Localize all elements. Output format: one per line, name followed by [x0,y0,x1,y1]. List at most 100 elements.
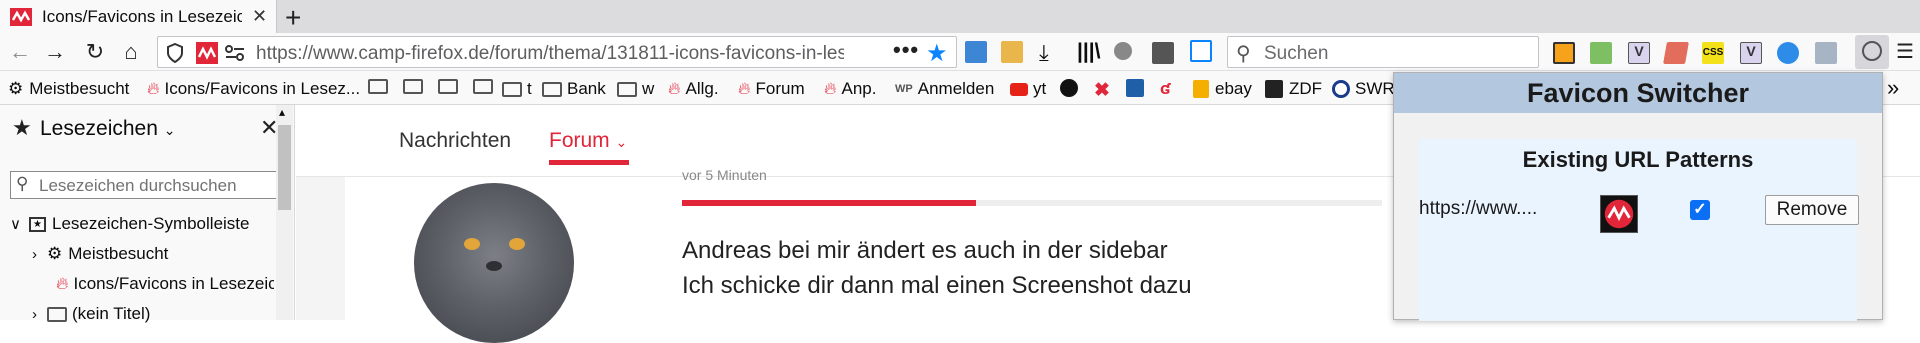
v-extension-icon-2[interactable]: V [1740,42,1762,64]
bookmark-folder[interactable] [403,79,428,94]
folder-icon [368,79,388,94]
nav-messages[interactable]: Nachrichten [399,129,511,153]
bookmark-meistbesucht[interactable]: ⚙ Meistbesucht [8,79,129,99]
site-favicon-icon [196,42,218,64]
bookmark-cb[interactable] [1126,79,1144,97]
close-tab-icon[interactable]: ✕ [252,6,267,27]
bookmark-yt[interactable]: yt [1010,79,1046,99]
extension-puzzle-icon[interactable] [1114,42,1132,60]
site-favicon-icon [10,7,32,26]
cj-icon: ʛ [1160,79,1170,98]
zdf-icon [1265,80,1283,98]
folder-icon [403,79,423,94]
favicon-switcher-popup: Favicon Switcher Existing URL Patterns h… [1393,72,1883,321]
chevron-down-icon: ⌄ [163,122,176,138]
search-field[interactable]: ⚲ Suchen [1227,36,1539,68]
bookmark-folder-bank[interactable]: Bank [542,79,606,99]
search-placeholder: Suchen [1264,43,1329,64]
url-bar[interactable]: https://www.camp-firefox.de/forum/thema/… [157,36,957,68]
active-nav-underline [549,160,629,165]
tree-item-toolbar[interactable]: ∨ ★ Lesezeichen-Symbolleiste [10,214,249,234]
github-icon [1060,79,1078,97]
search-magnifier-extension-icon[interactable] [1553,42,1575,64]
favicon-switcher-icon [1862,41,1882,61]
bookmark-folder[interactable] [473,79,498,94]
bookmark-forum[interactable]: 🔥︎ Forum [738,79,805,99]
new-tab-icon[interactable]: + [285,2,301,34]
patterns-heading: Existing URL Patterns [1522,147,1754,172]
reload-icon[interactable]: ↻ [80,39,110,65]
bookmark-cj[interactable]: ʛ [1160,79,1170,99]
sync-extension-icon[interactable] [1777,42,1799,64]
favicon-switcher-button[interactable] [1855,35,1889,69]
calendar-extension-icon[interactable] [1590,42,1612,64]
back-icon[interactable]: ← [5,39,35,65]
tab-strip: Icons/Favicons in Lesezeichen ✕ + [0,0,1920,33]
post-line-2: Ich schicke dir dann mal einen Screensho… [682,272,1192,299]
bookmark-github[interactable] [1060,79,1078,97]
popup-title: Favicon Switcher [1394,73,1882,113]
chevron-more-bookmarks-icon[interactable]: » [1887,75,1899,101]
bookmark-folder-t[interactable]: t [502,79,532,99]
tree-item-meistbesucht[interactable]: › ⚙ Meistbesucht [32,244,168,264]
wp-icon: WP [895,83,913,95]
download-icon[interactable]: ⤓ [1039,40,1061,65]
avatar[interactable] [414,183,574,343]
pattern-favicon-icon [1600,195,1638,233]
page-info-icon[interactable] [224,44,246,62]
forward-icon[interactable]: → [40,39,70,65]
sidebar-title[interactable]: Lesezeichen ⌄ [40,117,176,141]
bookmark-star-icon[interactable]: ★ [926,39,948,68]
remove-button[interactable]: Remove [1765,195,1859,225]
url-text: https://www.camp-firefox.de/forum/thema/… [256,43,844,64]
cb-icon [1126,79,1144,97]
bookmark-icons-favicons[interactable]: 🔥︎ Icons/Favicons in Lesez... [147,79,360,99]
sidebar-search-input[interactable]: ⚲ Lesezeichen durchsuchen [10,171,285,199]
scroll-up-icon[interactable]: ▴ [279,105,285,119]
star-icon: ★ [12,115,32,140]
tree-item-icons-favicons[interactable]: 🔥︎ Icons/Favicons in Lesezeichen [56,274,274,294]
nav-forum[interactable]: Forum ⌄ [549,129,627,153]
media-icon[interactable] [1152,42,1174,64]
bookmark-anmelden[interactable]: WP Anmelden [895,79,994,99]
pattern-enabled-checkbox[interactable]: ✓ [1690,200,1710,220]
folder-icon [617,81,637,97]
sidebar-scrollbar[interactable]: ▴ [276,105,293,320]
cat-eye-right [509,238,525,250]
bookmark-x[interactable]: ✖ [1094,79,1110,102]
flame-icon: 🔥︎ [668,79,681,98]
bookmarks-toolbar-icon: ★ [28,216,46,232]
library-icon[interactable]: |||\ [1077,40,1100,63]
bookmark-zdf[interactable]: ZDF [1265,79,1322,99]
bookmarks-sidebar: ★ Lesezeichen ⌄ ✕ ⚲ Lesezeichen durchsuc… [0,105,295,323]
tree-item-kein-titel[interactable]: › (kein Titel) [32,304,150,324]
sidebar-toggle-icon[interactable] [1190,40,1212,62]
folder-icon [542,81,562,97]
youtube-icon [1010,82,1028,96]
bookmark-ebay[interactable]: ebay [1193,79,1252,99]
bookmark-allg[interactable]: 🔥︎ Allg. [668,79,719,99]
search-icon: ⚲ [16,174,29,193]
screenshot-extension-icon[interactable] [1815,42,1837,64]
bookmark-swr[interactable]: SWR [1332,79,1395,99]
page-actions-icon[interactable]: ••• [893,37,919,63]
v-extension-icon[interactable]: V [1628,42,1650,64]
search-icon: ⚲ [1236,43,1251,65]
post-time: vor 5 Minuten [682,167,767,183]
open-folder-icon[interactable] [1001,41,1023,63]
bookmark-folder-w[interactable]: w [617,79,654,99]
note-extension-icon[interactable] [1663,42,1689,64]
shield-icon[interactable] [166,43,184,63]
bookmark-anp[interactable]: 🔥︎ Anp. [824,79,876,99]
folder-icon[interactable] [965,41,987,63]
menu-icon[interactable]: ☰ [1890,39,1920,65]
home-icon[interactable]: ⌂ [116,39,146,65]
scrollbar-thumb[interactable] [278,125,291,210]
css-extension-icon[interactable]: CSS [1702,42,1724,64]
shopping-bag-icon [1193,80,1209,98]
bookmark-folder[interactable] [368,79,393,94]
bookmark-folder[interactable] [438,79,463,94]
reading-progress-fill [682,200,976,206]
cat-nose [486,261,502,271]
active-tab[interactable]: Icons/Favicons in Lesezeichen ✕ [0,0,277,33]
